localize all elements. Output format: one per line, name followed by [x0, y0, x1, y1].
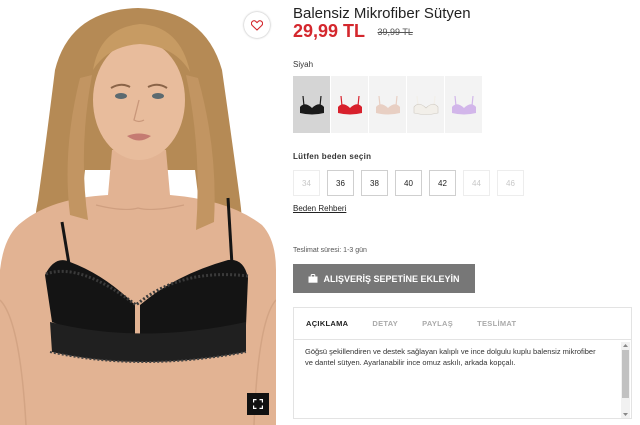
size-guide-link[interactable]: Beden Rehberi [293, 204, 346, 213]
selected-color-label: Siyah [293, 60, 314, 69]
size-option[interactable]: 40 [395, 170, 422, 196]
swatch-bra-icon [299, 95, 324, 114]
tab-bar: AÇIKLAMA DETAY PAYLAŞ TESLİMAT [294, 308, 631, 340]
tab-content: Göğsü şekillendiren ve destek sağlayan k… [294, 340, 631, 419]
size-option: 34 [293, 170, 320, 196]
swatch-bra-icon [413, 95, 438, 115]
description-scrollbar[interactable] [621, 342, 630, 418]
size-option: 46 [497, 170, 524, 196]
product-title: Balensiz Mikrofiber Sütyen [293, 5, 471, 22]
color-swatch[interactable] [407, 76, 444, 133]
size-option[interactable]: 38 [361, 170, 388, 196]
tab-description[interactable]: AÇIKLAMA [294, 308, 360, 339]
color-swatch[interactable] [331, 76, 368, 133]
tab-share[interactable]: PAYLAŞ [410, 308, 465, 339]
size-options: 34 36 38 40 42 44 46 [293, 170, 531, 196]
size-option[interactable]: 36 [327, 170, 354, 196]
product-info-tabs: AÇIKLAMA DETAY PAYLAŞ TESLİMAT Göğsü şek… [293, 307, 632, 419]
tab-details[interactable]: DETAY [360, 308, 410, 339]
shopping-bag-icon [308, 274, 318, 283]
scroll-down-arrow-icon[interactable] [621, 411, 630, 418]
old-price: 39,99 TL [377, 26, 413, 37]
product-image[interactable] [0, 0, 276, 425]
tab-delivery[interactable]: TESLİMAT [465, 308, 528, 339]
current-price: 29,99 TL [293, 21, 366, 41]
product-description: Göğsü şekillendiren ve destek sağlayan k… [305, 347, 596, 367]
color-swatch[interactable] [293, 76, 330, 133]
model-photo [0, 8, 276, 425]
swatch-bra-icon [451, 95, 476, 114]
color-swatch[interactable] [369, 76, 406, 133]
swatch-bra-icon [337, 95, 362, 114]
size-option[interactable]: 42 [429, 170, 456, 196]
add-to-cart-button[interactable]: ALIŞVERİŞ SEPETİNE EKLEYİN [293, 264, 475, 293]
size-option: 44 [463, 170, 490, 196]
color-swatch[interactable] [445, 76, 482, 133]
size-select-label: Lütfen beden seçin [293, 152, 372, 161]
heart-icon [251, 19, 263, 31]
wishlist-button[interactable] [244, 12, 270, 38]
zoom-button[interactable] [247, 393, 269, 415]
delivery-time: Teslimat süresi: 1-3 gün [293, 247, 367, 254]
scroll-thumb[interactable] [622, 350, 629, 398]
color-swatches [293, 76, 483, 133]
price-row: 29,99 TL 39,99 TL [293, 21, 413, 43]
expand-icon [253, 399, 263, 409]
scroll-up-arrow-icon[interactable] [621, 342, 630, 349]
swatch-bra-icon [375, 95, 400, 114]
add-to-cart-label: ALIŞVERİŞ SEPETİNE EKLEYİN [323, 273, 460, 284]
